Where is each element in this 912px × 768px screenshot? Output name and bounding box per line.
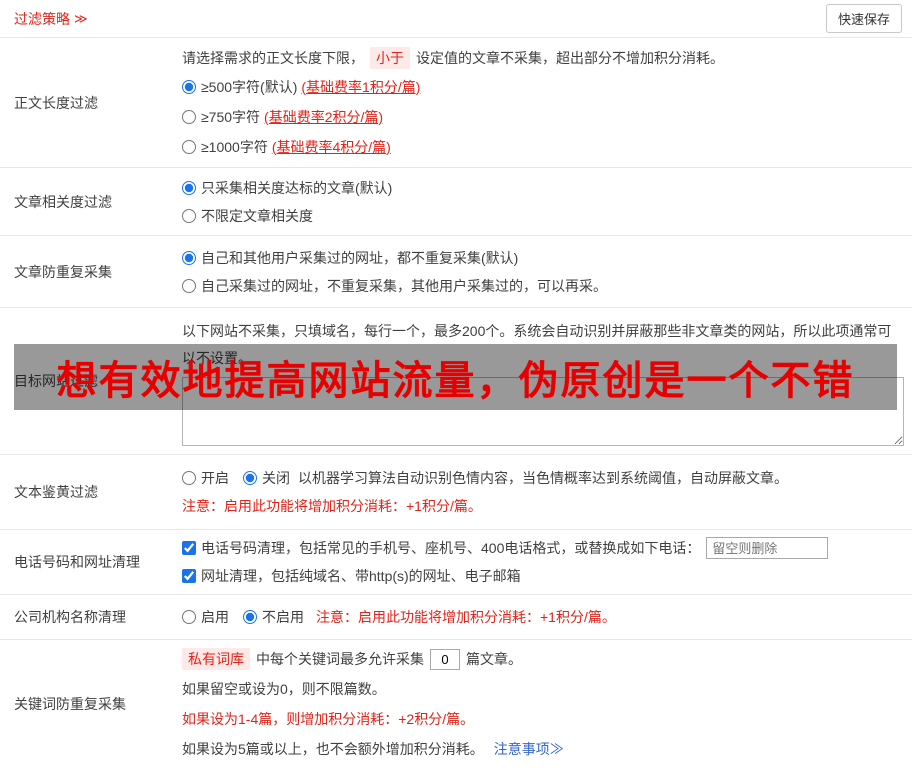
watermark-overlay: 想有效地提高网站流量，伪原创是一个不错: [14, 344, 897, 410]
dedupe-filter-label: 文章防重复采集: [14, 263, 112, 280]
radio-option-porn-off[interactable]: 关闭: [243, 468, 290, 488]
radio-option-relevance-strict[interactable]: 只采集相关度达标的文章(默认): [182, 178, 392, 198]
radio-label-1000: ≥1000字符: [201, 138, 268, 155]
radio-option-750[interactable]: ≥750字符: [182, 107, 260, 127]
less-than-highlight: 小于: [370, 46, 410, 69]
radio-option-company-off[interactable]: 不启用: [243, 607, 304, 627]
length-option-row-500: ≥500字符(默认) (基础费率1积分/篇): [182, 72, 902, 102]
length-option-row-750: ≥750字符 (基础费率2积分/篇): [182, 102, 902, 132]
double-chevron-icon[interactable]: ≫: [74, 11, 88, 27]
row-dedupe-filter: 文章防重复采集 自己和其他用户采集过的网址，都不重复采集(默认) 自己采集过的网…: [0, 236, 912, 308]
radio-input-500[interactable]: [182, 79, 196, 94]
keyword-count-input[interactable]: [430, 648, 460, 670]
radio-input-1000[interactable]: [182, 139, 196, 154]
keyword-limit-line: 私有词库 中每个关键词最多允许采集 篇文章。: [182, 644, 902, 674]
length-filter-label: 正文长度过滤: [14, 94, 98, 111]
length-filter-intro: 请选择需求的正文长度下限， 小于 设定值的文章不采集，超出部分不增加积分消耗。: [182, 44, 902, 72]
row-phone-url-clean: 电话号码和网址清理 电话号码清理，包括常见的手机号、座机号、400电话格式，或替…: [0, 530, 912, 595]
private-lexicon-highlight: 私有词库: [182, 648, 250, 670]
radio-label-porn-on: 开启: [201, 470, 229, 486]
radio-input-company-on[interactable]: [182, 610, 196, 624]
radio-option-porn-on[interactable]: 开启: [182, 468, 229, 488]
radio-option-company-on[interactable]: 启用: [182, 607, 229, 627]
fee-note-750: (基础费率2积分/篇): [264, 108, 384, 125]
radio-input-dedupe-self[interactable]: [182, 278, 196, 293]
keyword-limit-end: 篇文章。: [466, 651, 522, 667]
checkbox-input-phone-clean[interactable]: [182, 541, 196, 555]
radio-input-relevance-any[interactable]: [182, 208, 196, 223]
keyword-note-fee: 如果设为1-4篇，则增加积分消耗：+2积分/篇。: [182, 711, 475, 727]
radio-option-500[interactable]: ≥500字符(默认): [182, 77, 297, 97]
radio-option-relevance-any[interactable]: 不限定文章相关度: [182, 206, 313, 226]
company-clean-label: 公司机构名称清理: [14, 609, 126, 625]
replacement-phone-input[interactable]: [706, 537, 829, 559]
porn-filter-note: 注意：启用此功能将增加积分消耗：+1积分/篇。: [182, 498, 482, 514]
keyword-note-five-text: 如果设为5篇或以上，也不会额外增加积分消耗。: [182, 741, 484, 757]
radio-label-dedupe-all: 自己和其他用户采集过的网址，都不重复采集(默认): [201, 249, 519, 266]
radio-option-dedupe-all[interactable]: 自己和其他用户采集过的网址，都不重复采集(默认): [182, 248, 518, 268]
radio-label-relevance-strict: 只采集相关度达标的文章(默认): [201, 179, 393, 196]
porn-filter-label: 文本鉴黄过滤: [14, 484, 98, 500]
radio-option-dedupe-self[interactable]: 自己采集过的网址，不重复采集，其他用户采集过的，可以再采。: [182, 276, 607, 296]
row-keyword-dedupe: 关键词防重复采集 私有词库 中每个关键词最多允许采集 篇文章。 如果留空或设为0…: [0, 640, 912, 768]
company-clean-note: 注意：启用此功能将增加积分消耗：+1积分/篇。: [316, 609, 616, 625]
phone-url-clean-label: 电话号码和网址清理: [14, 554, 140, 570]
radio-input-company-off[interactable]: [243, 610, 257, 624]
quick-save-button[interactable]: 快速保存: [825, 4, 902, 33]
checkbox-input-url-clean[interactable]: [182, 569, 196, 583]
intro-pre: 请选择需求的正文长度下限，: [182, 49, 364, 66]
fee-note-500: (基础费率1积分/篇): [301, 78, 421, 95]
checkbox-label-phone-clean: 电话号码清理，包括常见的手机号、座机号、400电话格式，或替换成如下电话：: [201, 540, 701, 556]
checkbox-option-phone-clean[interactable]: 电话号码清理，包括常见的手机号、座机号、400电话格式，或替换成如下电话：: [182, 538, 700, 558]
page-title: 过滤策略: [14, 10, 70, 27]
row-length-filter: 正文长度过滤 请选择需求的正文长度下限， 小于 设定值的文章不采集，超出部分不增…: [0, 38, 912, 168]
radio-input-porn-off[interactable]: [243, 471, 257, 485]
radio-option-1000[interactable]: ≥1000字符: [182, 137, 268, 157]
radio-input-750[interactable]: [182, 109, 196, 124]
keyword-dedupe-label: 关键词防重复采集: [14, 696, 126, 712]
radio-input-relevance-strict[interactable]: [182, 180, 196, 195]
relevance-filter-label: 文章相关度过滤: [14, 193, 112, 210]
radio-label-500: ≥500字符(默认): [201, 78, 298, 95]
keyword-limit-text: 中每个关键词最多允许采集: [256, 651, 424, 667]
radio-label-company-off: 不启用: [262, 609, 304, 625]
porn-filter-desc: 以机器学习算法自动识别色情内容，当色情概率达到系统阈值，自动屏蔽文章。: [298, 470, 788, 486]
radio-input-dedupe-all[interactable]: [182, 250, 196, 265]
row-relevance-filter: 文章相关度过滤 只采集相关度达标的文章(默认) 不限定文章相关度: [0, 168, 912, 236]
row-porn-filter: 文本鉴黄过滤 开启 关闭 以机器学习算法自动识别色情内容，当色情概率达到系统阈值…: [0, 455, 912, 530]
radio-label-porn-off: 关闭: [262, 470, 290, 486]
watermark-text: 想有效地提高网站流量，伪原创是一个不错: [56, 359, 855, 403]
fee-note-1000: (基础费率4积分/篇): [271, 138, 391, 155]
intro-post: 设定值的文章不采集，超出部分不增加积分消耗。: [416, 49, 724, 66]
keyword-note-five: 如果设为5篇或以上，也不会额外增加积分消耗。 注意事项≫: [182, 734, 902, 764]
row-company-clean: 公司机构名称清理 启用 不启用 注意：启用此功能将增加积分消耗：+1积分/篇。: [0, 595, 912, 640]
page-header: 过滤策略 ≫ 快速保存: [0, 0, 912, 38]
checkbox-option-url-clean[interactable]: 网址清理，包括纯域名、带http(s)的网址、电子邮箱: [182, 566, 521, 586]
radio-label-750: ≥750字符: [201, 108, 261, 125]
notice-link[interactable]: 注意事项≫: [494, 739, 564, 759]
keyword-note-zero: 如果留空或设为0，则不限篇数。: [182, 681, 386, 697]
radio-input-porn-on[interactable]: [182, 471, 196, 485]
radio-label-dedupe-self: 自己采集过的网址，不重复采集，其他用户采集过的，可以再采。: [201, 277, 607, 294]
radio-label-relevance-any: 不限定文章相关度: [201, 207, 313, 224]
checkbox-label-url-clean: 网址清理，包括纯域名、带http(s)的网址、电子邮箱: [201, 568, 521, 584]
length-option-row-1000: ≥1000字符 (基础费率4积分/篇): [182, 132, 902, 162]
radio-label-company-on: 启用: [201, 609, 229, 625]
